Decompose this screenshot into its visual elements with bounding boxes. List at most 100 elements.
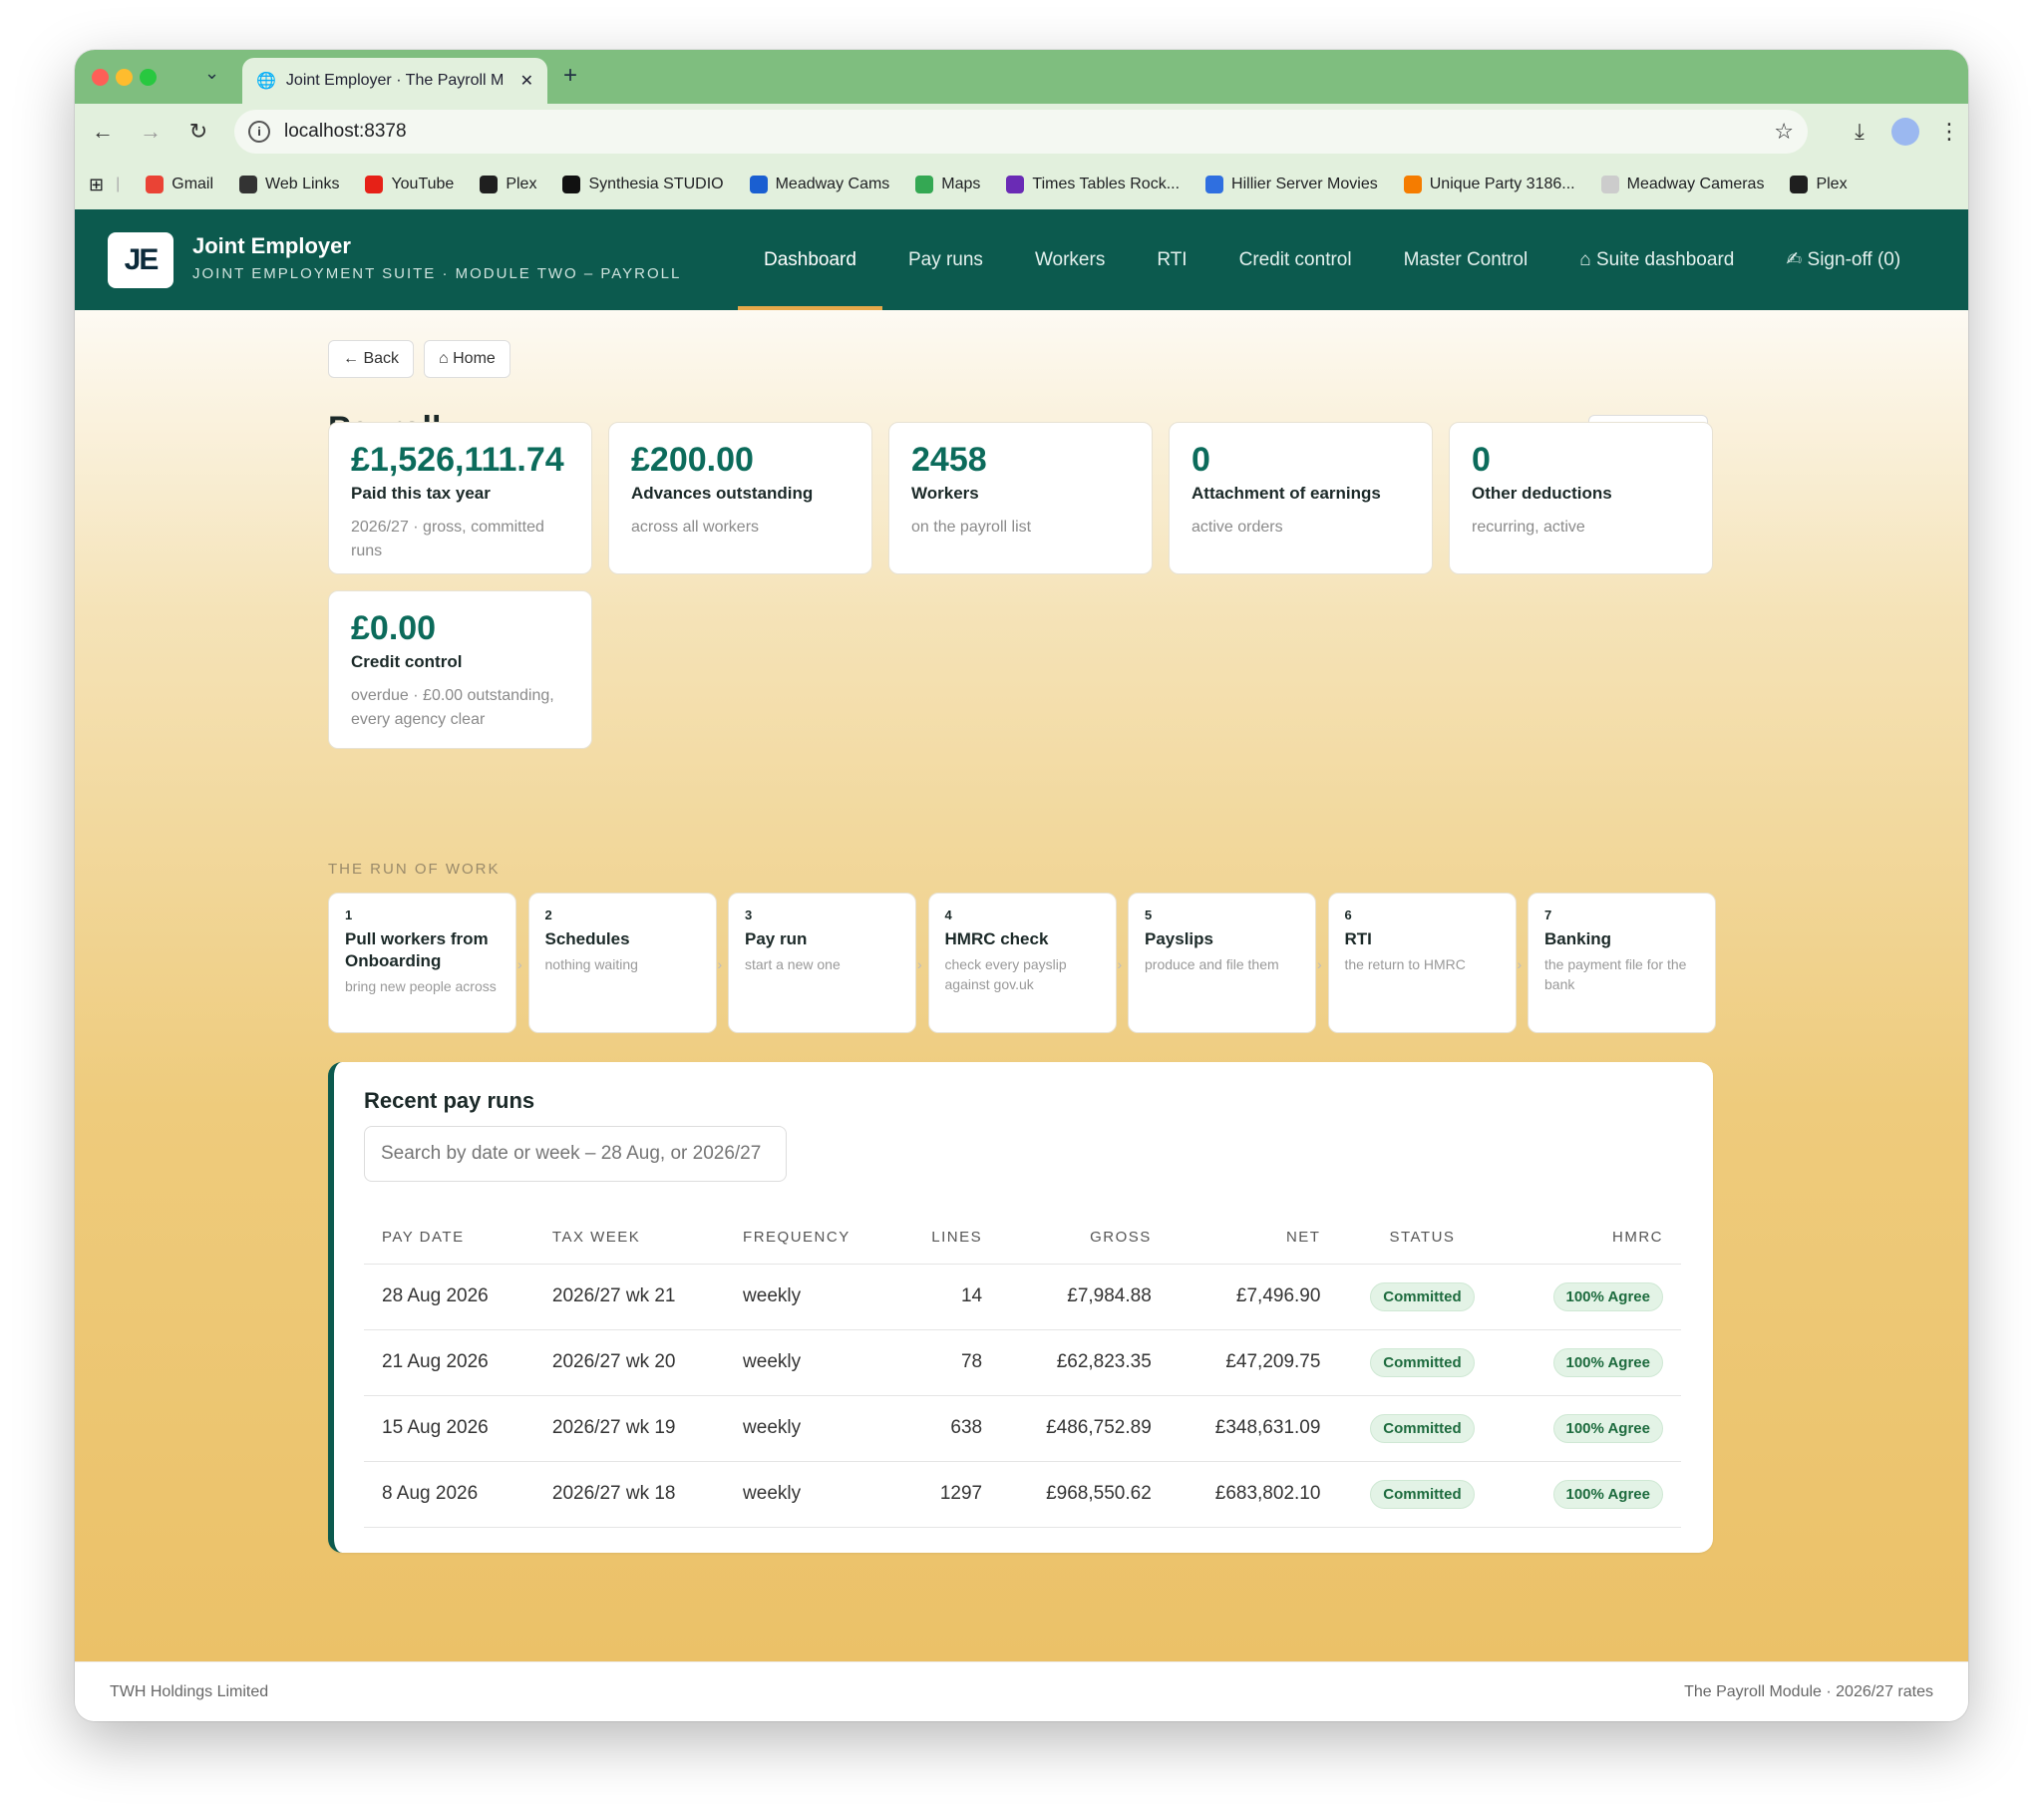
maps-icon (915, 176, 934, 193)
column-header[interactable]: NET (1169, 1212, 1339, 1265)
step-card[interactable]: 6 RTI the return to HMRC (1327, 893, 1517, 1033)
page-content: ← Back ⌂ Home Payroll Arrange tiles £1,5… (75, 310, 1968, 1661)
globe-icon: 🌐 (256, 73, 276, 90)
app-subtitle: JOINT EMPLOYMENT SUITE · MODULE TWO – PA… (192, 265, 682, 282)
back-arrow-icon[interactable]: ← (85, 114, 121, 150)
table-cell: 28 Aug 2026 (364, 1264, 534, 1330)
tile-label: Advances outstanding (631, 484, 814, 503)
summary-tile[interactable]: £0.00 Credit control overdue · £0.00 outst… (328, 590, 592, 749)
column-header[interactable]: STATUS (1338, 1212, 1507, 1265)
table-cell: 8 Aug 2026 (364, 1461, 534, 1528)
browser-menu-icon[interactable]: ⋮ (1931, 114, 1967, 150)
column-header[interactable]: TAX WEEK (533, 1212, 726, 1265)
table-cell: £7,984.88 (1000, 1264, 1170, 1330)
bookmark-5[interactable]: Meadway Cams (749, 176, 890, 193)
column-header[interactable]: HMRC (1506, 1212, 1681, 1265)
bookmark-label: Meadway Cams (775, 176, 890, 192)
close-tab-icon[interactable]: ✕ (520, 71, 533, 91)
bookmark-6[interactable]: Maps (915, 176, 980, 193)
reload-icon[interactable]: ↻ (180, 114, 216, 150)
tile-hint: overdue · £0.00 outstanding, every agenc… (351, 687, 554, 728)
nav-item-5[interactable]: Master Control (1378, 209, 1554, 310)
home-button[interactable]: ⌂ Home (424, 340, 510, 378)
step-card[interactable]: 3 Pay run start a new one (728, 893, 916, 1033)
address-bar[interactable]: i localhost:8378 ☆ (234, 110, 1808, 154)
bookmark-0[interactable]: Gmail (146, 176, 213, 193)
maximize-window-button[interactable] (140, 69, 157, 86)
bookmark-8[interactable]: Hillier Server Movies (1205, 176, 1378, 193)
status-badge: Committed (1370, 1479, 1475, 1509)
summary-tile[interactable]: 0 Attachment of earnings active orders (1169, 422, 1433, 574)
tile-label: Attachment of earnings (1191, 484, 1381, 503)
column-header[interactable]: LINES (896, 1212, 1001, 1265)
bookmark-4[interactable]: Synthesia STUDIO (562, 176, 724, 193)
bookmark-3[interactable]: Plex (480, 176, 536, 193)
table-row[interactable]: 8 Aug 2026 2026/27 wk 18 weekly 1297 £968,55… (364, 1461, 1681, 1528)
table-row[interactable]: 28 Aug 2026 2026/27 wk 21 weekly 14 £7,984.8… (364, 1264, 1681, 1330)
status-cell: Committed (1338, 1264, 1507, 1330)
summary-tile[interactable]: 2458 Workers on the payroll list (888, 422, 1153, 574)
tile-value: £1,526,111.74 (351, 441, 564, 479)
nav-item-4[interactable]: Credit control (1213, 209, 1378, 310)
table-cell: £7,496.90 (1169, 1264, 1339, 1330)
column-header[interactable]: PAY DATE (364, 1212, 534, 1265)
table-row[interactable]: 21 Aug 2026 2026/27 wk 20 weekly 78 £62,823.… (364, 1329, 1681, 1396)
step-number: 5 (1145, 908, 1153, 922)
tab-list-chevron-icon[interactable]: ⌄ (204, 63, 219, 84)
table-cell: weekly (725, 1329, 897, 1396)
back-button[interactable]: ← Back (328, 340, 415, 378)
summary-tile[interactable]: £1,526,111.74 Paid this tax year 2026/27 ·… (328, 422, 592, 574)
tile-label: Other deductions (1472, 484, 1612, 503)
bookmark-label: YouTube (391, 176, 455, 192)
status-cell: Committed (1338, 1329, 1507, 1396)
download-icon[interactable]: ⤓ (1842, 114, 1877, 150)
table-row[interactable]: 15 Aug 2026 2026/27 wk 19 weekly 638 £486,75… (364, 1395, 1681, 1462)
search-input[interactable] (364, 1126, 787, 1182)
column-header[interactable]: FREQUENCY (725, 1212, 897, 1265)
profile-avatar[interactable] (1887, 114, 1923, 150)
nav-item-7[interactable]: ✍ Sign-off (0) (1760, 209, 1926, 310)
step-card[interactable]: 7 Banking the payment file for the bank (1528, 893, 1716, 1033)
summary-tile[interactable]: 0 Other deductions recurring, active (1449, 422, 1713, 574)
step-card[interactable]: 4 HMRC check check every payslip against g… (927, 893, 1117, 1033)
bookmark-1[interactable]: Web Links (239, 176, 339, 193)
table-cell: 14 (896, 1264, 1001, 1330)
bookmarks-bar: ⊞ | Gmail Web Links YouTube Plex Synthesia S… (75, 160, 1968, 209)
table-cell: £968,550.62 (1000, 1461, 1170, 1528)
step-card[interactable]: 5 Payslips produce and file them (1128, 893, 1316, 1033)
step-card[interactable]: 2 Schedules nothing waiting (527, 893, 717, 1033)
minimize-window-button[interactable] (116, 69, 133, 86)
nav-item-3[interactable]: RTI (1131, 209, 1212, 310)
bookmark-7[interactable]: Times Tables Rock... (1006, 176, 1180, 193)
table-cell: 638 (896, 1395, 1001, 1462)
browser-tab[interactable]: 🌐 Joint Employer · The Payroll M ✕ (242, 58, 547, 104)
tile-hint: across all workers (631, 519, 760, 536)
app-logo[interactable]: JE (108, 232, 173, 288)
bookmark-10[interactable]: Meadway Cameras (1600, 176, 1764, 193)
nav-item-0[interactable]: Dashboard (738, 209, 882, 310)
table-cell: £62,823.35 (1000, 1329, 1170, 1396)
bookmark-2[interactable]: YouTube (365, 176, 454, 193)
bookmark-star-icon[interactable]: ☆ (1774, 119, 1794, 145)
step-description: produce and file them (1145, 956, 1279, 972)
forward-arrow-icon[interactable]: → (133, 114, 169, 150)
step-card[interactable]: 1 Pull workers from Onboarding bring new p… (328, 893, 516, 1033)
meadway-cameras-icon (1600, 176, 1619, 193)
bookmark-9[interactable]: Unique Party 3186... (1403, 176, 1575, 193)
bookmark-11[interactable]: Plex (1790, 176, 1848, 193)
nav-item-1[interactable]: Pay runs (882, 209, 1009, 310)
new-tab-icon[interactable]: + (563, 62, 577, 90)
summary-tile[interactable]: £200.00 Advances outstanding across all wo… (608, 422, 872, 574)
youtube-icon (365, 176, 384, 193)
pay-runs-table: PAY DATE TAX WEEK FREQUENCY LINES GROSS NET ST… (364, 1212, 1681, 1528)
column-header[interactable]: GROSS (1000, 1212, 1170, 1265)
table-cell: £348,631.09 (1169, 1395, 1339, 1462)
apps-grid-icon[interactable]: ⊞ (89, 175, 104, 195)
gmail-icon (146, 176, 165, 193)
close-window-button[interactable] (92, 69, 109, 86)
nav-item-2[interactable]: Workers (1009, 209, 1131, 310)
site-info-icon[interactable]: i (248, 121, 270, 143)
bookmark-label: Gmail (171, 176, 214, 192)
status-cell: Committed (1338, 1395, 1507, 1462)
nav-item-6[interactable]: ⌂ Suite dashboard (1553, 209, 1760, 310)
